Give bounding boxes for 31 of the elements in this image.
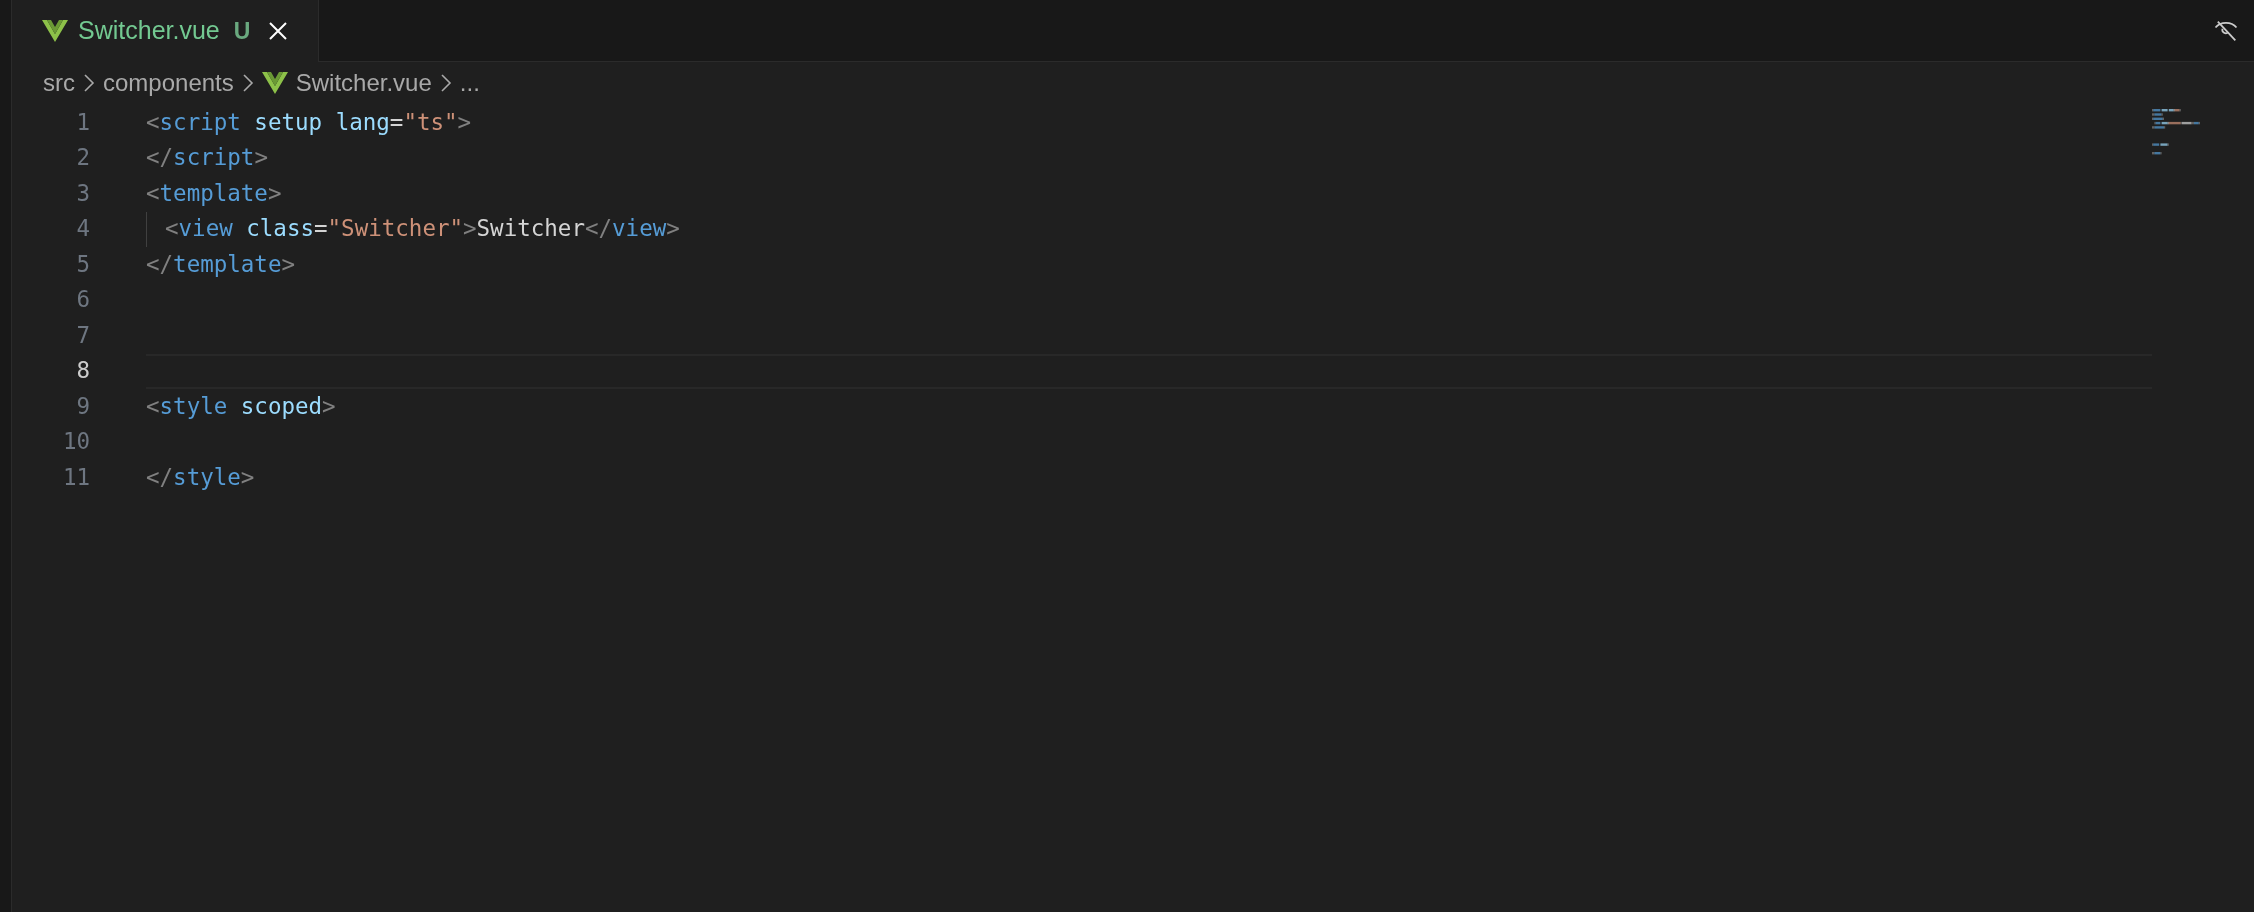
chevron-icon [241,73,254,93]
line-number: 11 [61,462,90,492]
code-line: <script setup lang="ts"> [146,107,472,137]
breadcrumb-item[interactable]: ... [459,65,480,101]
code-line: <style scoped> [146,391,336,421]
code-line: </script> [146,143,268,173]
status-letter: U [233,16,251,46]
line-number: 2 [75,143,90,173]
vue-file-icon [261,72,288,94]
tab-label: Switcher.vue [78,15,220,47]
breadcrumb-item[interactable]: components [103,65,234,101]
code-line: </template> [146,249,295,279]
line-number: 1 [75,107,90,137]
line-number: 9 [75,391,90,421]
chevron-icon [83,73,95,93]
breadcrumb-item[interactable]: Switcher.vue [295,65,432,101]
breadcrumb-item[interactable]: src [43,65,75,101]
line-number: 4 [75,214,90,244]
line-number: 7 [75,320,90,350]
line-number: 6 [75,285,90,315]
line-number: 8 [75,356,90,386]
editor-tab[interactable]: Switcher.vue U [12,0,320,62]
line-number: 3 [75,178,90,208]
line-number: 10 [61,427,90,457]
code-line: <template> [146,178,282,208]
close-icon[interactable] [268,21,289,41]
code-line: <view class="Switcher">Switcher</view> [165,214,680,244]
chevron-icon [439,73,452,93]
vue-file-icon [42,20,68,42]
code-line: </style> [146,462,255,492]
line-number: 5 [75,249,90,279]
